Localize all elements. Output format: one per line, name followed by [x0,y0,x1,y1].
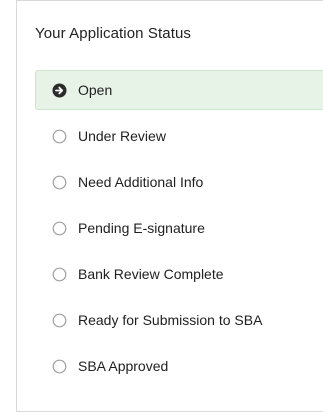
status-step-pending-e-signature[interactable]: Pending E-signature [35,208,323,248]
status-step-label: Need Additional Info [78,174,204,190]
status-step-under-review[interactable]: Under Review [35,116,323,156]
status-step-bank-review-complete[interactable]: Bank Review Complete [35,254,323,294]
status-step-label: Open [78,82,113,98]
status-step-label: Under Review [78,128,166,144]
status-step-list: Open Under Review Need Additional Info P… [35,70,323,392]
panel-title: Your Application Status [35,25,192,42]
status-step-label: SBA Approved [78,358,169,374]
radio-circle-icon [52,313,67,328]
arrow-circle-right-icon [52,83,67,98]
status-step-label: Bank Review Complete [78,266,224,282]
radio-circle-icon [52,175,67,190]
status-step-sba-approved[interactable]: SBA Approved [35,346,323,386]
status-step-label: Pending E-signature [78,220,205,236]
radio-circle-icon [52,221,67,236]
status-step-label: Ready for Submission to SBA [78,312,263,328]
radio-circle-icon [52,129,67,144]
radio-circle-icon [52,359,67,374]
status-step-open[interactable]: Open [35,70,323,110]
radio-circle-icon [52,267,67,282]
status-step-ready-for-submission[interactable]: Ready for Submission to SBA [35,300,323,340]
status-step-need-additional-info[interactable]: Need Additional Info [35,162,323,202]
application-status-panel: Your Application Status Open Under Revie… [16,0,323,412]
